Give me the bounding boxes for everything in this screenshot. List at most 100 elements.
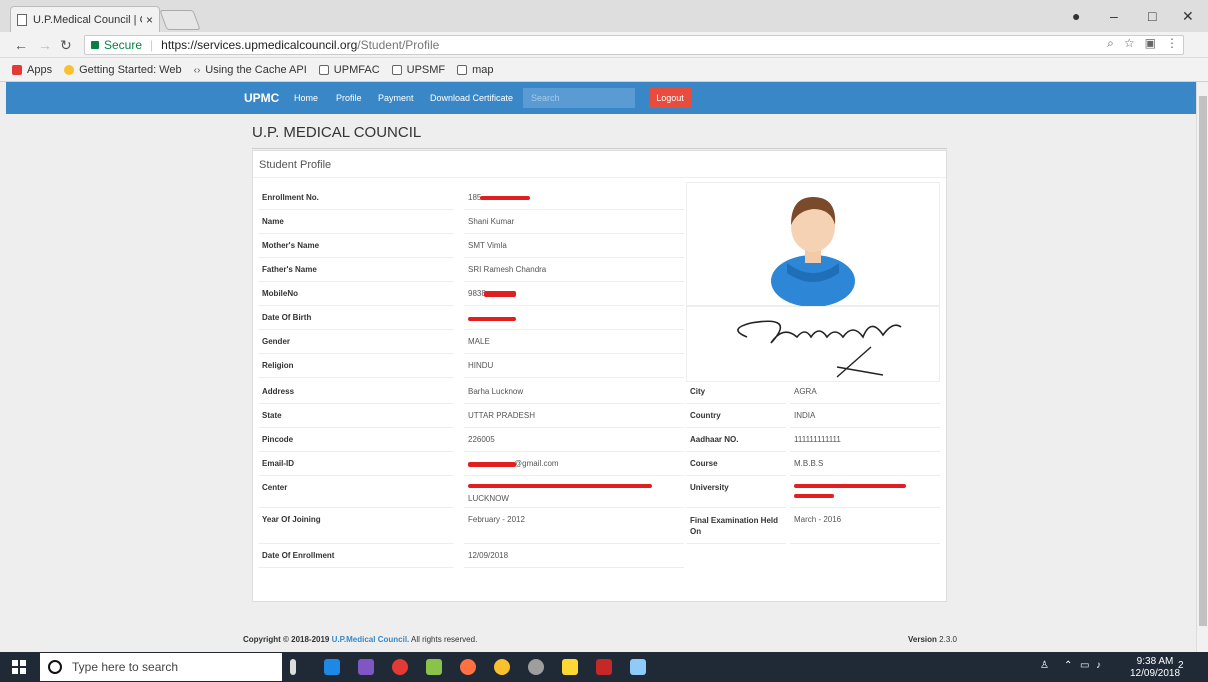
tab-title: U.P.Medical Council | Coll	[33, 13, 142, 26]
bookmark-map[interactable]: map	[457, 64, 494, 76]
redaction-mark	[468, 484, 652, 488]
country-label: Country	[686, 404, 786, 428]
new-tab-button[interactable]	[159, 10, 201, 30]
bookmark-getting-started[interactable]: Getting Started: Web	[64, 64, 182, 76]
page-icon	[318, 64, 329, 75]
url-input[interactable]: Secure | https://services.upmedicalcounc…	[84, 35, 1184, 55]
date-of-enrollment-value: 12/09/2018	[464, 544, 684, 568]
battery-icon[interactable]: ▭	[1080, 660, 1089, 671]
bookmark-cache-api[interactable]: ‹› Using the Cache API	[194, 64, 307, 76]
system-clock[interactable]: 9:38 AM 12/09/2018	[1130, 656, 1180, 680]
name-value: Shani Kumar	[464, 210, 684, 234]
profile-icon[interactable]: ●	[1072, 8, 1080, 24]
copyright: Copyright © 2018-2019 U.P.Medical Counci…	[243, 635, 478, 644]
firefox-icon[interactable]	[460, 659, 476, 675]
name-label: Name	[258, 210, 454, 234]
bookmark-upsmf[interactable]: UPSMF	[391, 64, 445, 76]
redaction-mark	[794, 494, 834, 498]
avatar	[771, 197, 855, 307]
windows-start-icon[interactable]	[12, 660, 26, 674]
url-host: https://services.upmedicalcouncil.org	[161, 38, 358, 52]
tab-close-icon[interactable]: ×	[146, 13, 153, 27]
back-icon[interactable]: ←	[14, 37, 28, 53]
gender-label: Gender	[258, 330, 454, 354]
separator: |	[150, 38, 154, 52]
city-value: AGRA	[790, 380, 940, 404]
nav-home[interactable]: Home	[294, 93, 318, 103]
page-icon	[17, 13, 27, 26]
zoom-icon[interactable]: ⌕	[1107, 36, 1114, 51]
dob-label: Date Of Birth	[258, 306, 454, 330]
year-of-joining-label: Year Of Joining	[258, 508, 454, 544]
state-label: State	[258, 404, 454, 428]
religion-label: Religion	[258, 354, 454, 378]
visual-studio-icon[interactable]	[358, 659, 374, 675]
chrome-icon[interactable]	[494, 659, 510, 675]
apps-grid-icon	[12, 64, 22, 75]
photo-cell	[686, 182, 940, 307]
logout-button[interactable]: Logout	[649, 88, 691, 108]
pincode-label: Pincode	[258, 428, 454, 452]
minimize-icon[interactable]: –	[1110, 8, 1118, 24]
tray-chevron-icon[interactable]: ⌃	[1064, 660, 1072, 671]
menu-icon[interactable]: ⋮	[1166, 36, 1178, 51]
restore-icon[interactable]: □	[1148, 8, 1156, 24]
course-value: M.B.B.S	[790, 452, 940, 476]
extension-icon[interactable]: ▣	[1145, 36, 1156, 51]
final-exam-value: March - 2016	[790, 508, 940, 544]
code-icon: ‹›	[193, 64, 201, 76]
browser-tab[interactable]: U.P.Medical Council | Coll ×	[10, 6, 160, 32]
org-link[interactable]: U.P.Medical Council.	[332, 635, 410, 644]
opera-icon[interactable]	[392, 659, 408, 675]
page-icon	[391, 64, 402, 75]
redaction-mark	[468, 317, 516, 321]
enrollment-label: Enrollment No.	[258, 186, 454, 210]
app-icon[interactable]	[630, 659, 646, 675]
edge-icon[interactable]	[324, 659, 340, 675]
app-icon[interactable]	[426, 659, 442, 675]
redaction-mark	[484, 291, 516, 297]
page-icon	[457, 64, 468, 75]
bookmark-star-icon[interactable]: ☆	[1124, 36, 1135, 51]
reload-icon[interactable]: ↻	[60, 37, 72, 54]
mobile-label: MobileNo	[258, 282, 454, 306]
bookmark-upmfac[interactable]: UPMFAC	[318, 64, 380, 76]
country-value: INDIA	[790, 404, 940, 428]
religion-value: HINDU	[464, 354, 684, 378]
filezilla-icon[interactable]	[596, 659, 612, 675]
scrollbar-thumb[interactable]	[1199, 96, 1207, 626]
app-icon[interactable]	[528, 659, 544, 675]
aadhaar-label: Aadhaar NO.	[686, 428, 786, 452]
nav-payment[interactable]: Payment	[378, 93, 414, 103]
university-value	[790, 476, 940, 508]
city-label: City	[686, 380, 786, 404]
final-exam-label: Final Examination Held On	[686, 508, 786, 544]
bookmarks-bar: Apps Getting Started: Web ‹› Using the Ca…	[0, 58, 1208, 82]
father-name-label: Father's Name	[258, 258, 454, 282]
taskbar-search-input[interactable]: Type here to search	[40, 653, 282, 681]
people-icon[interactable]: ♙	[1040, 660, 1049, 671]
center-value: LUCKNOW	[464, 476, 684, 508]
page-viewport: UPMC Home Profile Payment Download Certi…	[0, 82, 1196, 652]
redaction-mark	[468, 462, 516, 467]
gender-value: MALE	[464, 330, 684, 354]
taskbar: Type here to search ♙ ⌃ ▭ ♪ 9:38 AM 12/0…	[0, 652, 1208, 682]
microphone-icon[interactable]	[290, 659, 296, 675]
panel-heading: Student Profile	[259, 159, 332, 171]
volume-icon[interactable]: ♪	[1096, 660, 1101, 671]
close-window-icon[interactable]: ✕	[1182, 8, 1194, 25]
site-navbar: UPMC Home Profile Payment Download Certi…	[6, 82, 1196, 114]
year-of-joining-value: February - 2012	[464, 508, 684, 544]
notification-icon[interactable]: 2	[1178, 660, 1184, 671]
page-scrollbar[interactable]	[1196, 82, 1208, 652]
signature-cell	[686, 306, 940, 382]
search-input[interactable]	[523, 88, 635, 108]
file-explorer-icon[interactable]	[562, 659, 578, 675]
bookmark-apps[interactable]: Apps	[12, 64, 52, 76]
forward-icon[interactable]: →	[38, 37, 52, 53]
nav-profile[interactable]: Profile	[336, 93, 362, 103]
nav-download-certificate[interactable]: Download Certificate	[430, 93, 513, 103]
brand-logo[interactable]: UPMC	[244, 91, 279, 105]
address-label: Address	[258, 380, 454, 404]
lock-icon	[91, 41, 99, 49]
